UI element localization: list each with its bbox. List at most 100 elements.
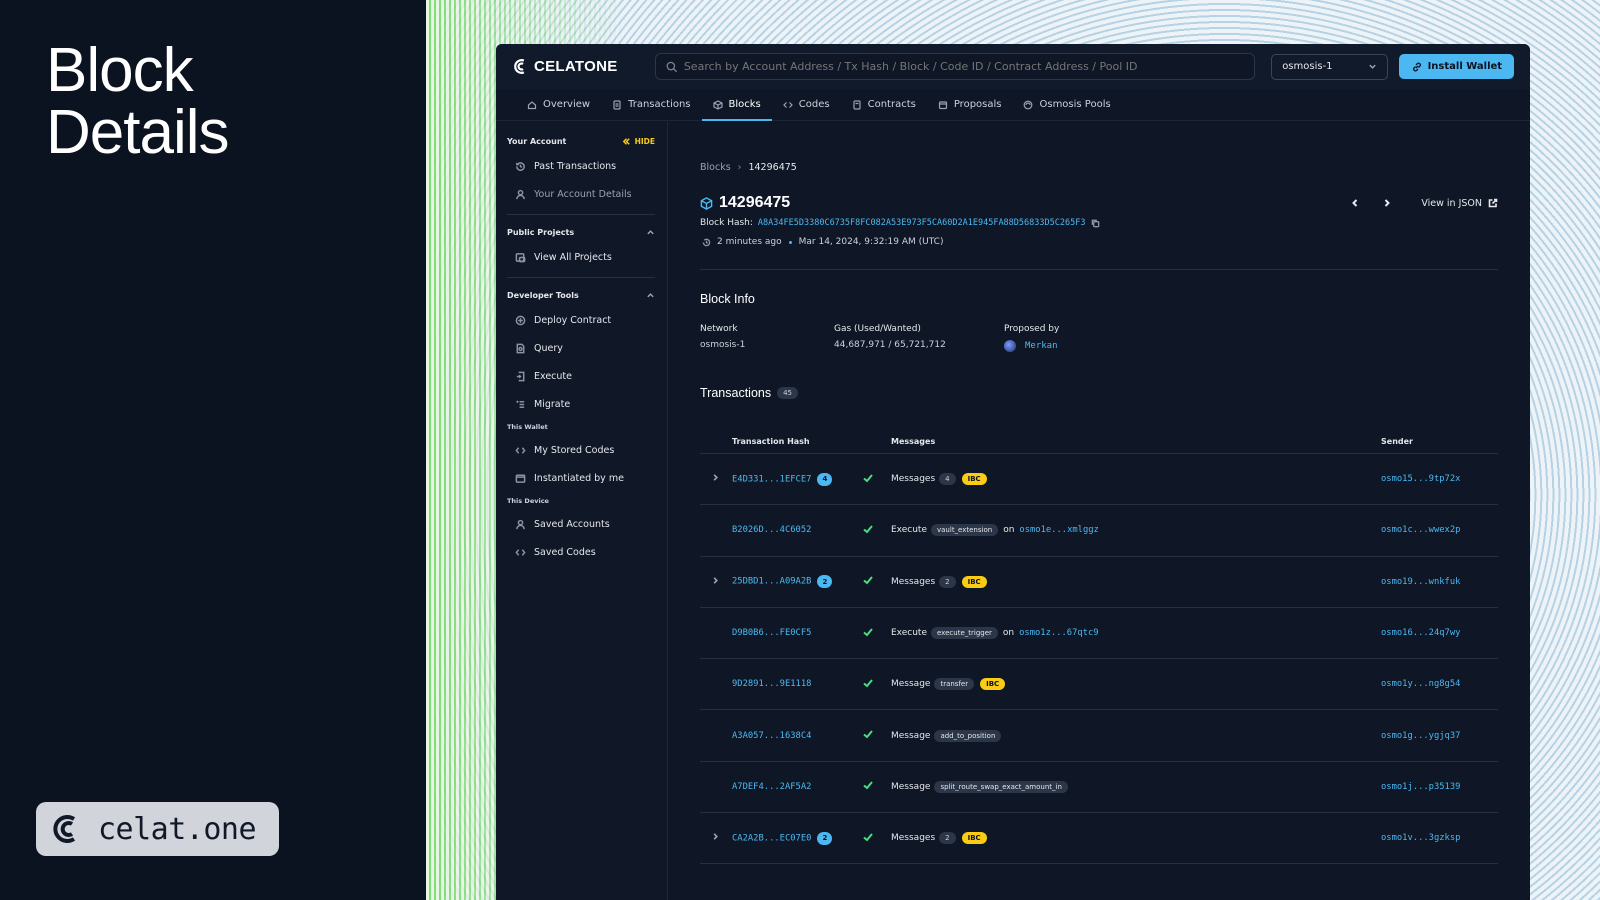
sender-link[interactable]: osmo15...9tp72x <box>1381 474 1460 484</box>
tab-label: Osmosis Pools <box>1039 99 1111 110</box>
sender-cell: osmo1y...ng8g54 <box>1381 679 1498 689</box>
table-row[interactable]: A7DEF4...2AF5A2 Message split_route_swap_… <box>700 762 1498 814</box>
status-cell <box>862 523 891 538</box>
sidebar-item-instantiated-by-me[interactable]: Instantiated by me <box>507 464 655 492</box>
sidebar-item-saved-accounts[interactable]: Saved Accounts <box>507 510 655 538</box>
sidebar-item-view-all-projects[interactable]: View All Projects <box>507 243 655 271</box>
sender-link[interactable]: osmo1y...ng8g54 <box>1381 679 1460 689</box>
hide-label: HIDE <box>634 136 655 146</box>
contract-link[interactable]: osmo1e...xmlggz <box>1019 525 1098 535</box>
message-kind: Execute <box>891 628 927 639</box>
sidebar-item-past-transactions[interactable]: Past Transactions <box>507 152 655 180</box>
tx-hash-cell: CA2A2B...EC07E0 2 <box>732 831 862 845</box>
on-text: on <box>1003 525 1015 536</box>
sidebar-item-deploy-contract[interactable]: Deploy Contract <box>507 306 655 334</box>
tx-hash-link[interactable]: A7DEF4...2AF5A2 <box>732 782 811 792</box>
tab-label: Codes <box>798 99 830 110</box>
home-icon <box>527 100 537 109</box>
messages-cell: Message add_to_position <box>891 729 1381 742</box>
view-in-json-button[interactable]: View in JSON <box>1421 198 1498 209</box>
sender-link[interactable]: osmo1j...p35139 <box>1381 782 1460 792</box>
table-row[interactable]: CA2A2B...EC07E0 2 Messages 2 IBC osmo1v...3… <box>700 813 1498 865</box>
sender-link[interactable]: osmo19...wnkfuk <box>1381 577 1460 587</box>
sender-link[interactable]: osmo1g...ygjq37 <box>1381 731 1460 741</box>
tx-hash-link[interactable]: 25DBD1...A09A2B <box>732 577 811 587</box>
app-logo[interactable]: CELATONE <box>512 58 655 75</box>
tab-osmosis-pools[interactable]: Osmosis Pools <box>1012 89 1121 120</box>
tx-hash-link[interactable]: CA2A2B...EC07E0 <box>732 833 811 843</box>
celatone-logo-icon <box>53 815 76 843</box>
search-input[interactable] <box>683 60 1245 73</box>
next-block-icon[interactable] <box>1382 198 1392 208</box>
tab-transactions[interactable]: Transactions <box>601 89 701 120</box>
breadcrumb-blocks-link[interactable]: Blocks <box>700 162 731 173</box>
tab-contracts[interactable]: Contracts <box>841 89 927 120</box>
separator-dot <box>788 240 792 244</box>
tx-hash-link[interactable]: E4D331...1EFCE7 <box>732 474 811 484</box>
sidebar-item-migrate[interactable]: Migrate <box>507 390 655 418</box>
messages-cell: Messages 2 IBC <box>891 575 1381 588</box>
block-hash-value[interactable]: A8A34FE5D3380C6735F8FC082A53E973F5CA60D2… <box>758 218 1086 228</box>
sender-link[interactable]: osmo1v...3gzksp <box>1381 833 1460 843</box>
sender-link[interactable]: osmo1c...wwex2p <box>1381 525 1460 535</box>
message-kind: Messages <box>891 833 936 844</box>
tab-blocks[interactable]: Blocks <box>701 89 773 121</box>
on-text: on <box>1002 628 1015 639</box>
table-row[interactable]: B2026D...4C6052 Execute vault_extension on… <box>700 505 1498 557</box>
tx-hash-link[interactable]: B2026D...4C6052 <box>732 525 811 535</box>
messages-cell: Messages 4 IBC <box>891 473 1381 486</box>
msg-count-badge: 4 <box>817 472 833 486</box>
message-kind: Message <box>891 730 931 741</box>
expand-cell[interactable] <box>700 576 732 588</box>
table-row[interactable]: 9D2891...9E1118 Message transfer IBC osmo1… <box>700 659 1498 711</box>
sidebar-item-my-stored-codes[interactable]: My Stored Codes <box>507 436 655 464</box>
copy-icon[interactable] <box>1091 219 1100 228</box>
msg-count-badge: 2 <box>817 575 833 589</box>
table-row[interactable]: A3A057...1638C4 Message add_to_position o… <box>700 710 1498 762</box>
search-bar[interactable] <box>655 53 1256 80</box>
sender-link[interactable]: osmo16...24q7wy <box>1381 628 1460 638</box>
tab-label: Transactions <box>628 99 691 110</box>
contract-link[interactable]: osmo1z...67qtc9 <box>1019 628 1098 638</box>
messages-cell: Message transfer IBC <box>891 678 1381 691</box>
tab-label: Overview <box>543 99 591 110</box>
table-row[interactable]: E4D331...1EFCE7 4 Messages 4 IBC osmo15...9… <box>700 454 1498 506</box>
tab-codes[interactable]: Codes <box>772 89 841 120</box>
message-kind: Execute <box>891 525 927 536</box>
table-row[interactable]: D9B0B6...FE0CF5 Execute execute_trigger on… <box>700 608 1498 660</box>
tx-hash-link[interactable]: 9D2891...9E1118 <box>732 679 811 689</box>
hide-sidebar-button[interactable]: HIDE <box>622 137 655 146</box>
sidebar-section-developer-tools[interactable]: Developer Tools <box>507 284 655 306</box>
proposer-link[interactable]: Merkan <box>1004 340 1059 352</box>
tx-hash-link[interactable]: D9B0B6...FE0CF5 <box>732 628 811 638</box>
chevron-up-icon <box>647 229 654 234</box>
sidebar-item-query[interactable]: Query <box>507 334 655 362</box>
sidebar-item-label: Execute <box>534 370 572 382</box>
expand-cell[interactable] <box>700 473 732 485</box>
tab-label: Blocks <box>728 99 761 110</box>
sidebar-section-public-projects[interactable]: Public Projects <box>507 221 655 243</box>
tx-hash-cell: E4D331...1EFCE7 4 <box>732 472 862 486</box>
message-tag: transfer <box>934 678 975 691</box>
tab-proposals[interactable]: Proposals <box>927 89 1013 120</box>
install-wallet-button[interactable]: Install Wallet <box>1398 54 1514 79</box>
tx-hash-cell: 25DBD1...A09A2B 2 <box>732 575 862 589</box>
sidebar: Your Account HIDE Past Transactions Your… <box>496 122 668 900</box>
tx-hash-cell: 9D2891...9E1118 <box>732 679 862 689</box>
sidebar-divider <box>507 277 655 278</box>
status-cell <box>862 779 891 794</box>
sidebar-item-saved-codes[interactable]: Saved Codes <box>507 538 655 566</box>
previous-block-icon[interactable] <box>1350 198 1360 208</box>
network-select[interactable]: osmosis-1 <box>1271 53 1388 80</box>
brand-pill: celat.one <box>36 802 279 856</box>
messages-cell: Messages 2 IBC <box>891 832 1381 845</box>
transactions-heading-row: Transactions 45 <box>700 386 1498 400</box>
tab-overview[interactable]: Overview <box>516 89 601 120</box>
table-row[interactable]: 25DBD1...A09A2B 2 Messages 2 IBC osmo19...w… <box>700 557 1498 608</box>
tx-hash-link[interactable]: A3A057...1638C4 <box>732 731 811 741</box>
sidebar-item-your-account-details[interactable]: Your Account Details <box>507 180 655 208</box>
sidebar-item-execute[interactable]: Execute <box>507 362 655 390</box>
expand-cell[interactable] <box>700 832 732 844</box>
block-info-grid: Network osmosis-1 Gas (Used/Wanted) 44,6… <box>700 324 1498 352</box>
info-network: Network osmosis-1 <box>700 324 834 352</box>
